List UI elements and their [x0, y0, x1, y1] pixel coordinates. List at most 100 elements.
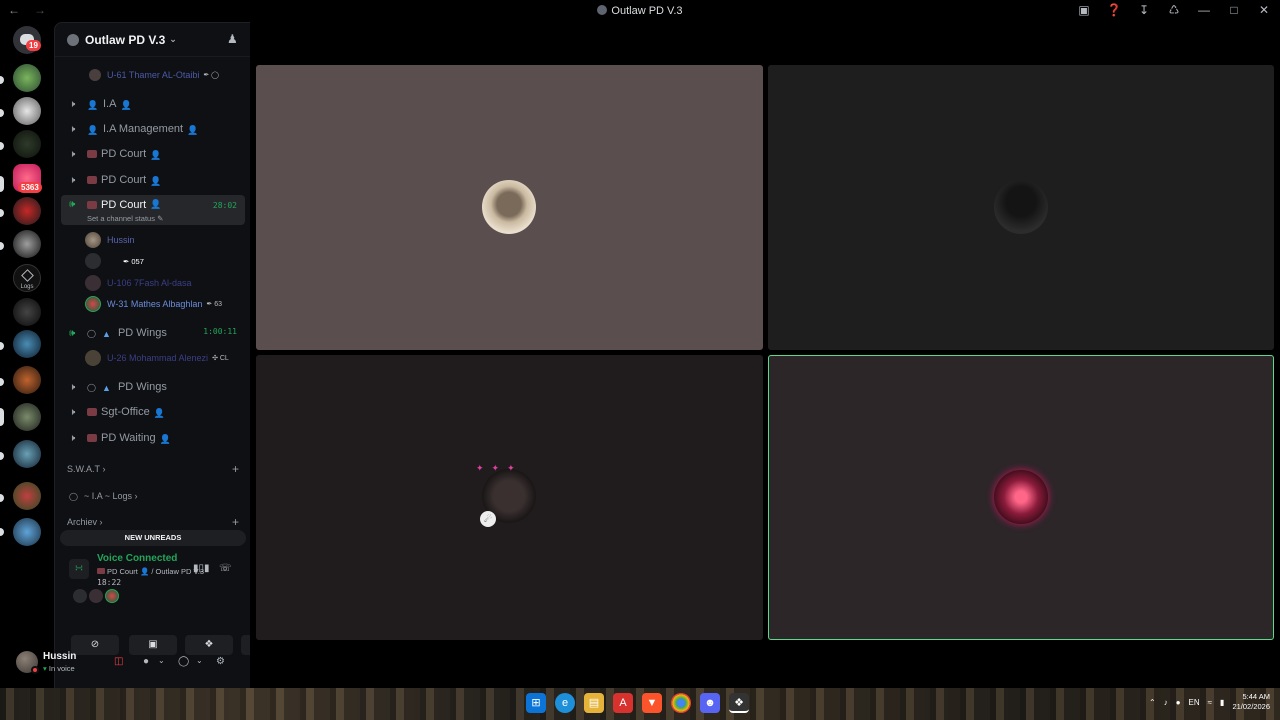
channel-name: PD Court [101, 199, 147, 211]
signal-icon[interactable]: ∺ [69, 559, 89, 579]
voice-connected-label: Voice Connected [97, 553, 178, 564]
avatar [89, 589, 103, 603]
user-badges: ✒ ◯ [203, 72, 220, 79]
voice-user[interactable]: ✒ 057 [85, 252, 241, 270]
server-pip [0, 408, 4, 426]
server-folder-2[interactable] [13, 403, 41, 431]
channel-status[interactable]: Set a channel status ✎ [87, 214, 163, 223]
voice-user[interactable]: U-26 Mohammad Alenezi ✣ CL [85, 349, 241, 367]
person-icon: 👤 [150, 176, 162, 186]
category-archiev[interactable]: Archiev › + [67, 514, 243, 530]
chevron-up-icon[interactable]: ⌃ [1149, 698, 1156, 707]
noise-suppression-icon[interactable]: ▮▯▮ [193, 563, 210, 574]
avatar [89, 69, 101, 81]
channel-name: I.A Management [103, 123, 184, 135]
briefcase-icon [87, 201, 97, 209]
channel-sgt-office[interactable]: 🕨 Sgt-Office 👤 [61, 400, 245, 424]
maximize-button[interactable]: □ [1226, 3, 1242, 17]
language-indicator[interactable]: EN [1189, 698, 1200, 707]
user-name: U-26 Mohammad Alenezi [107, 353, 209, 363]
wifi-icon[interactable]: ≈ [1208, 698, 1212, 707]
speaker-icon: 🕨 [69, 381, 76, 393]
microphone-icon[interactable]: ● [1176, 698, 1181, 707]
taskbar-clock[interactable]: 5:44 AM 21/02/2026 [1232, 692, 1270, 712]
voice-user[interactable]: W-31 Mathes Albaghlan ✒ 63 [85, 295, 241, 313]
close-button[interactable]: ✕ [1256, 3, 1272, 17]
channel-name: PD Court [101, 174, 147, 186]
server-folder-1[interactable] [13, 366, 41, 394]
add-channel-icon[interactable]: + [232, 462, 239, 476]
title-bar: ← → Outlaw PD V.3 ▣ ❓ ↧ ♺ — □ ✕ [0, 0, 1280, 22]
clan-icon[interactable]: ♺ [1166, 3, 1182, 17]
voice-user[interactable]: U-61 Thamer AL-Otaibi ✒ ◯ [89, 66, 245, 84]
server-pip [0, 378, 4, 386]
camera-off-icon[interactable]: ◫ [114, 656, 123, 667]
channel-name: PD Court [101, 148, 147, 160]
microphone-icon[interactable]: ● [143, 656, 149, 667]
live-speaker-icon: 🕪 [69, 327, 76, 339]
server-rail: 19 5363 Logs [0, 22, 54, 688]
channel-name: PD Wings [117, 327, 167, 339]
download-icon[interactable]: ↧ [1136, 3, 1152, 17]
minimize-button[interactable]: — [1196, 3, 1212, 17]
volume-icon[interactable]: ♪ [1164, 698, 1168, 707]
help-icon[interactable]: ❓ [1106, 3, 1122, 17]
system-tray: ⌃ ♪ ● EN ≈ ▮ 5:44 AM 21/02/2026 [1149, 692, 1270, 712]
server-icon-2[interactable] [13, 97, 41, 125]
inbox-icon[interactable]: ▣ [1076, 3, 1092, 17]
channel-pd-wings[interactable]: 🕨 ◯ ▲ PD Wings [61, 375, 245, 399]
settings-icon[interactable]: ⚙ [216, 656, 225, 667]
channel-pd-waiting[interactable]: 🕨 PD Waiting 👤 [61, 426, 245, 450]
server-header[interactable]: Outlaw PD V.3 ⌄ ♟ [55, 23, 251, 57]
channel-pd-wings-active[interactable]: 🕪 ◯ ▲ PD Wings 1:00:11 [61, 321, 245, 345]
server-folder-4[interactable] [13, 482, 41, 510]
participant-tile-2[interactable] [768, 65, 1274, 350]
server-icon-5[interactable] [13, 197, 41, 225]
participant-avatar [994, 180, 1048, 234]
channel-pd-court-2[interactable]: 🕨 PD Court 👤 [61, 168, 245, 192]
battery-icon[interactable]: ▮ [1220, 698, 1224, 707]
channel-pd-court-1[interactable]: 🕨 PD Court 👤 [61, 142, 245, 166]
server-folder-5[interactable] [13, 518, 41, 546]
participant-tile-hussin[interactable] [256, 65, 763, 350]
chevron-down-icon[interactable]: ⌄ [158, 656, 165, 665]
chrome-icon[interactable] [671, 693, 691, 713]
participant-tile-3[interactable]: ✦✦✦ ☄ [256, 355, 763, 640]
user-panel: Hussin ▾ In voice ◫ ● ⌄ ◯ ⌄ ⚙ [6, 645, 246, 681]
acrobat-icon[interactable]: A [613, 693, 633, 713]
person-icon: 👤 [87, 100, 99, 110]
add-channel-icon[interactable]: + [232, 515, 239, 529]
edge-icon[interactable]: e [555, 693, 575, 713]
invite-people-icon[interactable]: ♟ [227, 32, 241, 46]
chevron-down-icon[interactable]: ⌄ [196, 656, 203, 665]
active-app-icon[interactable]: ❖ [729, 693, 749, 713]
new-unreads-pill[interactable]: NEW UNREADS [60, 530, 246, 546]
channel-ia[interactable]: 🕨 👤 I.A 👤 [61, 92, 245, 116]
server-icon-1[interactable] [13, 64, 41, 92]
category-swat[interactable]: S.W.A.T › + [67, 461, 243, 477]
server-folder-3[interactable] [13, 440, 41, 468]
windows-start-icon[interactable]: ⊞ [526, 693, 546, 713]
voice-channel-path[interactable]: PD Court 👤 / Outlaw PD V.3 [97, 567, 204, 576]
voice-elapsed: 18:22 [97, 578, 122, 587]
channel-ia-logs[interactable]: ◯ ~ I.A ~ Logs › [69, 488, 245, 504]
voice-participants [73, 589, 119, 603]
brave-icon[interactable]: ▼ [642, 693, 662, 713]
headphones-icon[interactable]: ◯ [178, 656, 189, 667]
channel-ia-management[interactable]: 🕨 👤 I.A Management 👤 [61, 117, 245, 141]
user-name: Hussin [107, 235, 135, 245]
voice-user[interactable]: Hussin [85, 231, 241, 249]
voice-user[interactable]: U-106 7Fash Al-dasa [85, 274, 241, 292]
participant-tile-selected[interactable] [768, 355, 1274, 640]
server-icon-6[interactable] [13, 230, 41, 258]
channel-timer: 28:02 [212, 201, 237, 210]
disconnect-icon[interactable]: ☏ [219, 563, 232, 574]
discord-icon[interactable]: ☻ [700, 693, 720, 713]
channel-pd-court-active[interactable]: 🕪 PD Court 👤 28:02 Set a channel status … [61, 195, 245, 225]
server-icon-8[interactable] [13, 330, 41, 358]
server-icon-3[interactable] [13, 130, 41, 158]
voice-connection-panel: ∺ Voice Connected PD Court 👤 / Outlaw PD… [61, 549, 245, 637]
compass-icon [21, 269, 34, 282]
file-explorer-icon[interactable]: ▤ [584, 693, 604, 713]
server-icon-7[interactable] [13, 298, 41, 326]
